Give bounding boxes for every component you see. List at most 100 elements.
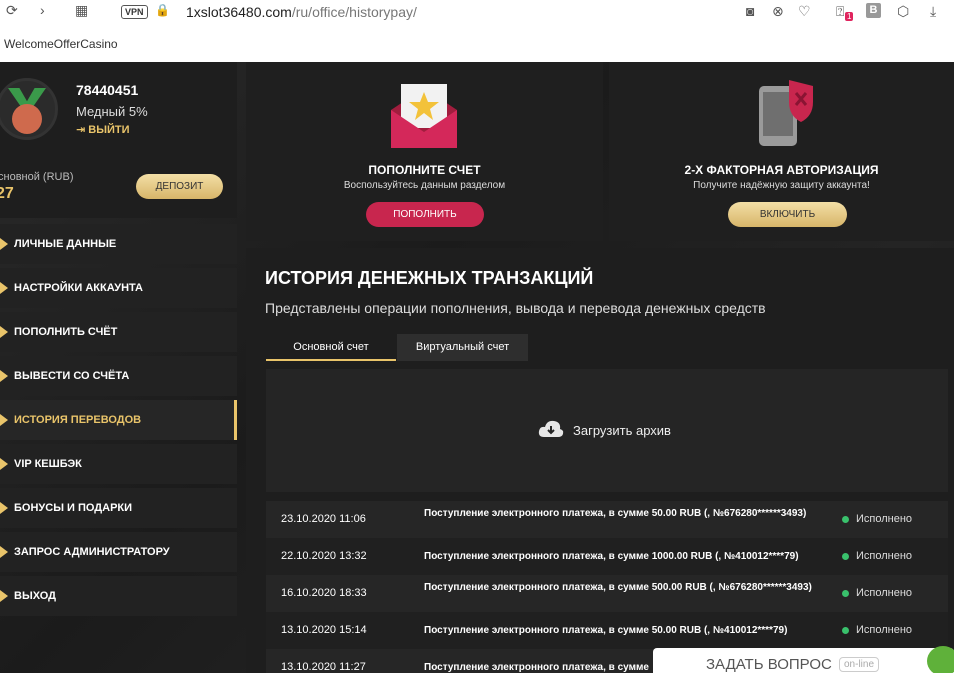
tx-date: 22.10.2020 13:32 [281,550,367,562]
tx-status: Исполнено [856,550,913,562]
deposit-button[interactable]: ДЕПОЗИТ [136,174,223,199]
tx-status: Исполнено [856,624,913,636]
sidebar-item-vip-cashback[interactable]: VIP КЕШБЭК [0,444,237,484]
page-content: 78440451 Медный 5% ⇥ ВЫЙТИ сновной (RUB)… [0,62,954,673]
user-id: 78440451 [76,82,139,98]
sidebar-item-label: VIP КЕШБЭК [14,458,82,470]
sidebar-item-withdraw[interactable]: ВЫВЕСТИ СО СЧЁТА [0,356,237,396]
sidebar-item-transfer-history[interactable]: ИСТОРИЯ ПЕРЕВОДОВ [0,400,237,440]
sidebar-item-label: ВЫВЕСТИ СО СЧЁТА [14,370,130,382]
status-dot-icon [842,627,849,634]
sidebar-item-label: ИСТОРИЯ ПЕРЕВОДОВ [14,414,142,426]
chevron-right-icon [0,414,8,426]
sidebar-item-admin-request[interactable]: ЗАПРОС АДМИНИСТРАТОРУ [0,532,237,572]
tab-main-account[interactable]: Основной счет [266,334,396,361]
tabs-grid-icon[interactable]: ▦ [75,2,88,19]
address-bar[interactable]: 1xslot36480.com/ru/office/historypay/ [186,4,417,20]
reload-icon[interactable]: ⟳ [6,2,18,19]
table-row: 23.10.2020 11:06 Поступление электронног… [266,501,948,538]
chevron-right-icon [0,546,8,558]
sidebar-item-label: БОНУСЫ И ПОДАРКИ [14,502,133,514]
logout-link[interactable]: ⇥ ВЫЙТИ [76,123,130,136]
twofa-card-subtitle: Получите надёжную защиту аккаунта! [693,180,870,191]
sidebar-item-personal-data[interactable]: ЛИЧНЫЕ ДАННЫЕ [0,224,237,264]
tx-status: Исполнено [856,513,913,525]
heart-icon[interactable]: ♡ [798,3,811,20]
extension-badge: 1 [845,12,854,21]
table-row: 22.10.2020 13:32 Поступление электронног… [266,538,948,575]
tx-date: 13.10.2020 11:27 [281,661,366,673]
bookmarks-bar: WelcomeOfferCasino [0,24,954,62]
user-level: Медный 5% [76,104,148,119]
online-badge: on-line [839,657,880,672]
chevron-right-icon [0,238,8,250]
chat-icon [927,646,954,673]
table-row: 16.10.2020 18:33 Поступление электронног… [266,575,948,612]
twofa-enable-button[interactable]: ВКЛЮЧИТЬ [728,202,847,227]
balance-value: 27 [0,185,14,202]
logout-label: ВЫЙТИ [88,124,130,136]
adblock-icon[interactable]: ⊗ [772,3,784,20]
logout-icon: ⇥ [76,124,89,136]
deposit-card-title: ПОПОЛНИТЕ СЧЕТ [368,163,481,177]
sidebar-item-deposit[interactable]: ПОПОЛНИТЬ СЧЁТ [0,312,237,352]
sidebar-item-label: ЛИЧНЫЕ ДАННЫЕ [14,238,117,250]
sidebar-item-label: ВЫХОД [14,590,57,602]
sidebar-item-bonuses[interactable]: БОНУСЫ И ПОДАРКИ [0,488,237,528]
upload-archive-area[interactable]: Загрузить архив [266,369,948,492]
balance-label: сновной (RUB) [0,171,74,183]
tab-virtual-account[interactable]: Виртуальный счет [397,334,528,361]
browser-toolbar: ⟳ › ▦ VPN 🔒 1xslot36480.com/ru/office/hi… [0,0,954,24]
chevron-right-icon [0,502,8,514]
upload-archive-label: Загрузить архив [573,423,671,438]
bookmark-welcome[interactable]: WelcomeOfferCasino [4,37,118,51]
chevron-right-icon [0,370,8,382]
cloud-download-icon [538,420,564,437]
tx-description: Поступление электронного платежа, в сумм… [424,551,799,562]
phone-shield-icon [759,80,813,146]
status-dot-icon [842,516,849,523]
chevron-right-icon [0,458,8,470]
tx-date: 13.10.2020 15:14 [281,624,367,636]
deposit-card-button[interactable]: ПОПОЛНИТЬ [366,202,484,227]
transaction-history-panel: ИСТОРИЯ ДЕНЕЖНЫХ ТРАНЗАКЦИЙ Представлены… [246,248,954,673]
profile-panel: 78440451 Медный 5% ⇥ ВЫЙТИ сновной (RUB)… [0,62,237,218]
sidebar-item-label: ЗАПРОС АДМИНИСТРАТОРУ [14,546,170,558]
page-subtitle: Представлены операции пополнения, вывода… [265,300,766,316]
tx-description: Поступление электронного платежа, в сумм… [424,625,788,636]
forward-icon[interactable]: › [40,2,45,18]
chevron-right-icon [0,590,8,602]
url-host: 1xslot36480.com [186,4,292,20]
chevron-right-icon [0,326,8,338]
tx-status: Исполнено [856,587,913,599]
download-icon[interactable]: ⤓ [930,3,936,20]
url-path: /ru/office/historypay/ [291,4,417,20]
extension-icon[interactable]: ⍰ [836,3,844,20]
cube-icon[interactable]: ⬡ [897,3,909,20]
deposit-card-subtitle: Воспользуйтесь данным разделом [343,180,506,191]
tx-description: Поступление электронного платежа, в сумм… [424,582,812,593]
page-title: ИСТОРИЯ ДЕНЕЖНЫХ ТРАНЗАКЦИЙ [265,268,594,288]
status-dot-icon [842,553,849,560]
lock-icon[interactable]: 🔒 [155,3,170,17]
sidebar-menu: ЛИЧНЫЕ ДАННЫЕ НАСТРОЙКИ АККАУНТА ПОПОЛНИ… [0,224,237,620]
envelope-icon [391,84,457,148]
tx-date: 23.10.2020 11:06 [281,513,366,525]
sidebar-item-exit[interactable]: ВЫХОД [0,576,237,616]
tx-description: Поступление электронного платежа, в сумм… [424,508,807,519]
sidebar-item-label: НАСТРОЙКИ АККАУНТА [14,282,143,294]
twofa-card: 2-Х ФАКТОРНАЯ АВТОРИЗАЦИЯ Получите надёж… [609,62,954,241]
sidebar-item-account-settings[interactable]: НАСТРОЙКИ АККАУНТА [0,268,237,308]
camera-icon[interactable]: ◙ [746,3,754,19]
ask-question-widget[interactable]: ЗАДАТЬ ВОПРОС on-line [653,646,954,673]
status-dot-icon [842,590,849,597]
chevron-right-icon [0,282,8,294]
tx-date: 16.10.2020 18:33 [281,587,367,599]
sidebar-item-label: ПОПОЛНИТЬ СЧЁТ [14,326,118,338]
twofa-card-title: 2-Х ФАКТОРНАЯ АВТОРИЗАЦИЯ [684,163,879,177]
vpn-badge[interactable]: VPN [121,5,148,19]
b-extension-icon[interactable]: B [866,3,881,18]
medal-icon [12,104,42,134]
table-row: 13.10.2020 15:14 Поступление электронног… [266,612,948,649]
ask-question-label: ЗАДАТЬ ВОПРОС [706,656,832,673]
